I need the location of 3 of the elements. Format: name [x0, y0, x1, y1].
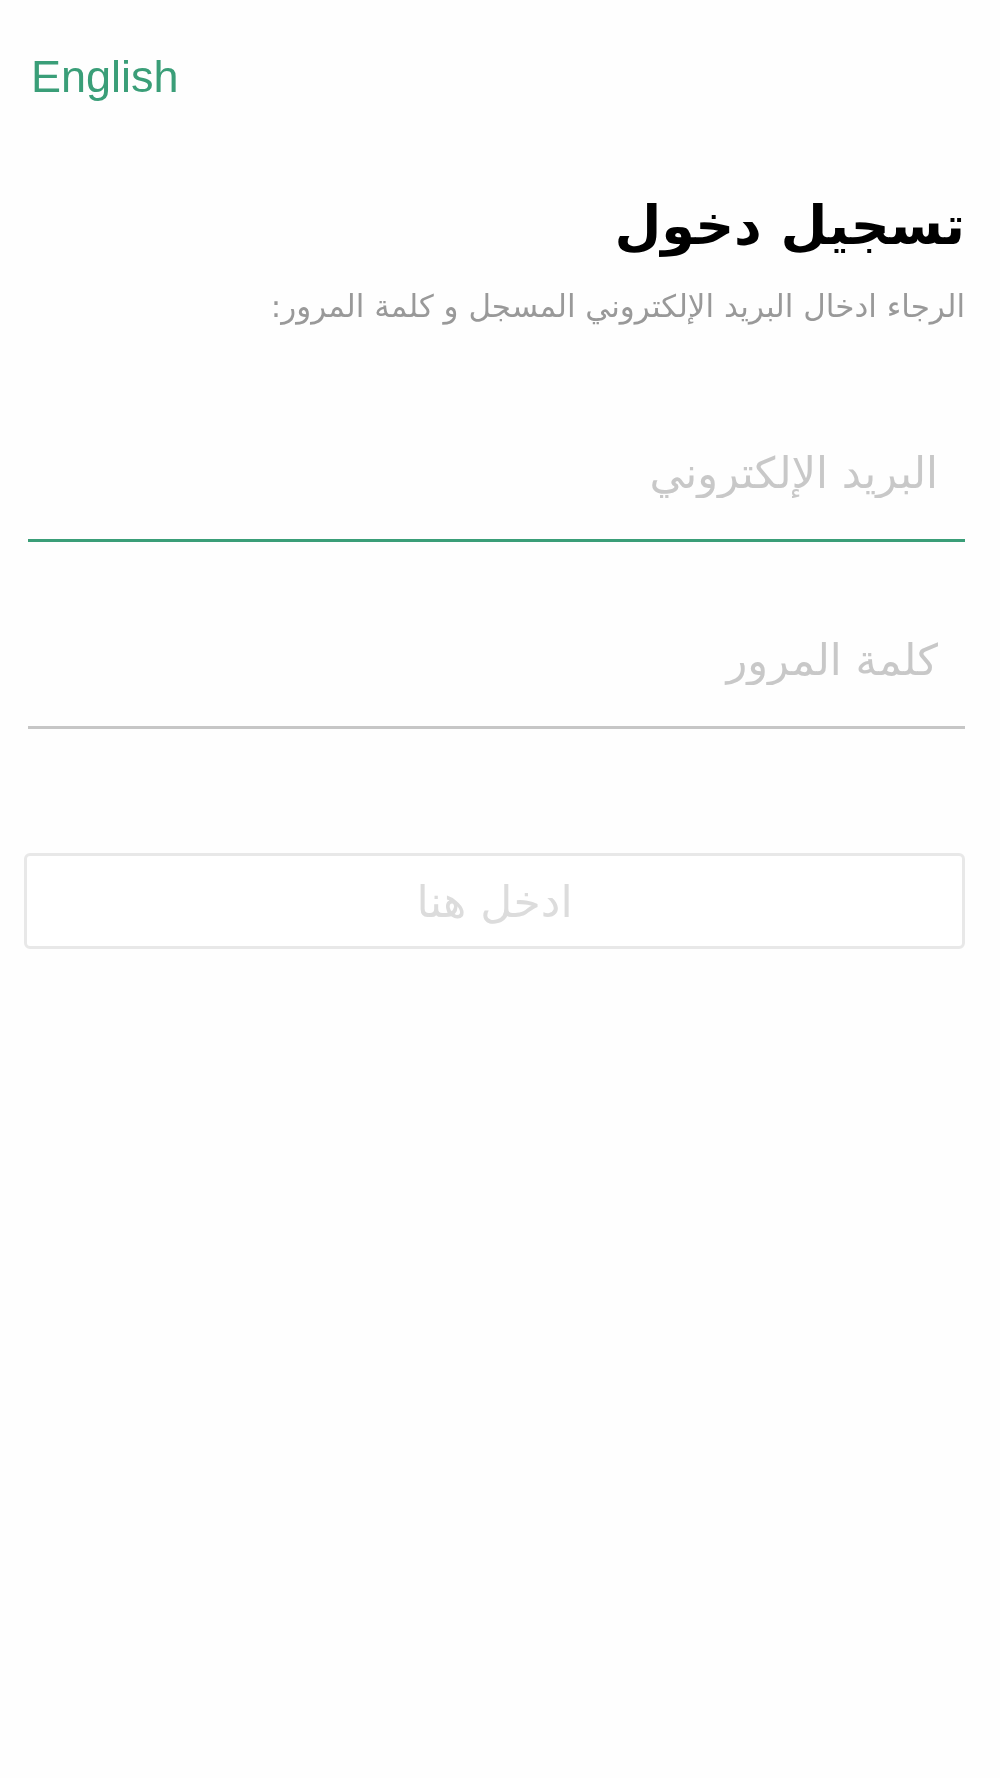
page-title: تسجيل دخول [614, 193, 965, 259]
language-link[interactable]: English [31, 50, 179, 104]
instruction-text: الرجاء ادخال البريد الإلكتروني المسجل و كلمة المرور: [270, 287, 965, 327]
